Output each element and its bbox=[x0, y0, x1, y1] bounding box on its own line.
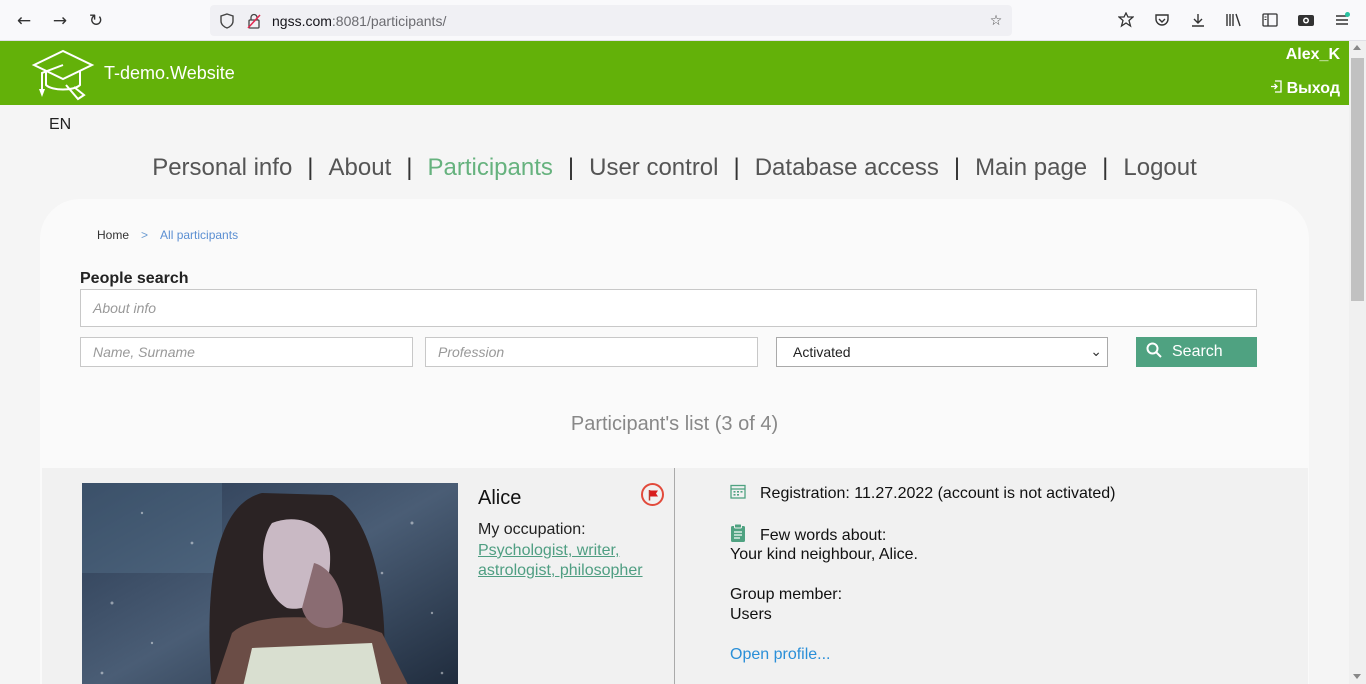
nav-about[interactable]: About bbox=[329, 154, 392, 182]
current-user-name[interactable]: Alex_K bbox=[1286, 46, 1340, 64]
url-host: ngss.com bbox=[272, 13, 332, 29]
registration-text: Registration: 11.27.2022 (account is not… bbox=[760, 484, 1116, 502]
breadcrumb-current[interactable]: All participants bbox=[160, 228, 238, 242]
url-text: ngss.com:8081/participants/ bbox=[272, 13, 446, 29]
nav-logout[interactable]: Logout bbox=[1123, 154, 1196, 182]
row-divider bbox=[674, 468, 675, 684]
library-icon[interactable] bbox=[1224, 10, 1244, 30]
name-surname-placeholder: Name, Surname bbox=[93, 344, 195, 360]
menu-icon[interactable] bbox=[1332, 10, 1352, 30]
scroll-down-icon[interactable] bbox=[1353, 674, 1361, 679]
nav-database-access[interactable]: Database access bbox=[755, 154, 939, 182]
language-switch[interactable]: EN bbox=[49, 116, 71, 134]
participant-list-title: Participant's list (3 of 4) bbox=[570, 413, 779, 435]
profession-input[interactable]: Profession bbox=[425, 337, 758, 367]
about-info-input[interactable]: About info bbox=[80, 289, 1257, 327]
status-selected-value: Activated bbox=[793, 344, 851, 360]
nav-participants[interactable]: Participants bbox=[427, 154, 552, 182]
browser-toolbar: ← → ↻ ngss.com:8081/participants/ ☆ bbox=[0, 0, 1366, 41]
url-path: :8081/participants/ bbox=[331, 13, 447, 29]
nav-separator: | bbox=[953, 154, 961, 181]
main-nav: Personal info | About | Participants | User co… bbox=[0, 154, 1349, 182]
pocket-icon[interactable] bbox=[1152, 10, 1172, 30]
few-words-label: Few words about: bbox=[760, 526, 887, 544]
shield-icon[interactable] bbox=[218, 12, 236, 30]
nav-separator: | bbox=[567, 154, 575, 181]
nav-personal-info[interactable]: Personal info bbox=[152, 154, 292, 182]
people-search-label: People search bbox=[80, 270, 189, 287]
participant-photo[interactable] bbox=[82, 483, 458, 684]
few-words-header: Few words about: bbox=[730, 523, 886, 548]
download-icon[interactable] bbox=[1188, 10, 1208, 30]
exit-label: Выход bbox=[1286, 80, 1340, 97]
search-button-label: Search bbox=[1172, 343, 1223, 360]
nav-separator: | bbox=[1102, 154, 1109, 181]
back-icon[interactable]: ← bbox=[12, 9, 36, 33]
participant-row: Alice My occupation: Psychologist, write… bbox=[42, 468, 1308, 684]
profession-placeholder: Profession bbox=[438, 344, 505, 360]
forward-icon[interactable]: → bbox=[48, 9, 72, 33]
sidebar-icon[interactable] bbox=[1260, 10, 1280, 30]
graduation-cap-logo-icon[interactable] bbox=[30, 47, 96, 101]
occupation-label: My occupation: bbox=[478, 521, 586, 538]
exit-icon bbox=[1270, 80, 1282, 98]
reload-icon[interactable]: ↻ bbox=[84, 9, 108, 33]
flag-icon[interactable] bbox=[641, 483, 664, 506]
calendar-icon bbox=[730, 483, 746, 504]
screenshot-icon[interactable] bbox=[1296, 10, 1316, 30]
nav-main-page[interactable]: Main page bbox=[975, 154, 1087, 182]
group-value: Users bbox=[730, 606, 772, 623]
page-scrollbar[interactable] bbox=[1349, 41, 1366, 684]
exit-button[interactable]: Выход bbox=[1270, 80, 1340, 98]
site-brand[interactable]: T-demo.Website bbox=[104, 63, 235, 84]
nav-user-control[interactable]: User control bbox=[589, 154, 718, 182]
breadcrumb-home[interactable]: Home bbox=[97, 228, 129, 242]
open-profile-link[interactable]: Open profile... bbox=[730, 646, 831, 664]
occupation-link[interactable]: Psychologist, writer, astrologist, philo… bbox=[478, 541, 648, 581]
name-surname-input[interactable]: Name, Surname bbox=[80, 337, 413, 367]
address-bar[interactable]: ngss.com:8081/participants/ ☆ bbox=[210, 5, 1012, 36]
participant-name: Alice bbox=[478, 487, 522, 509]
scroll-thumb[interactable] bbox=[1351, 58, 1364, 301]
breadcrumb: Home > All participants bbox=[97, 228, 238, 242]
nav-separator: | bbox=[406, 154, 413, 181]
group-label: Group member: bbox=[730, 586, 843, 603]
about-info-placeholder: About info bbox=[93, 300, 157, 316]
breadcrumb-arrow: > bbox=[141, 228, 149, 242]
search-button[interactable]: Search bbox=[1136, 337, 1257, 367]
few-words-text: Your kind neighbour, Alice. bbox=[730, 546, 918, 563]
bookmark-star-icon[interactable]: ☆ bbox=[987, 12, 1005, 30]
clipboard-icon bbox=[730, 523, 746, 548]
status-select[interactable]: Activated ⌄ bbox=[776, 337, 1108, 367]
scroll-up-icon[interactable] bbox=[1353, 45, 1361, 50]
lock-off-icon[interactable] bbox=[245, 12, 263, 30]
chevron-down-icon: ⌄ bbox=[1090, 344, 1102, 360]
search-icon bbox=[1146, 342, 1162, 363]
nav-separator: | bbox=[307, 154, 314, 181]
nav-separator: | bbox=[733, 154, 740, 181]
site-header: T-demo.Website Alex_K Выход bbox=[0, 41, 1349, 105]
content-card: Home > All participants People search Abou… bbox=[40, 199, 1309, 684]
registration-info: Registration: 11.27.2022 (account is not… bbox=[730, 483, 1115, 504]
extension-icon[interactable] bbox=[1116, 10, 1136, 30]
